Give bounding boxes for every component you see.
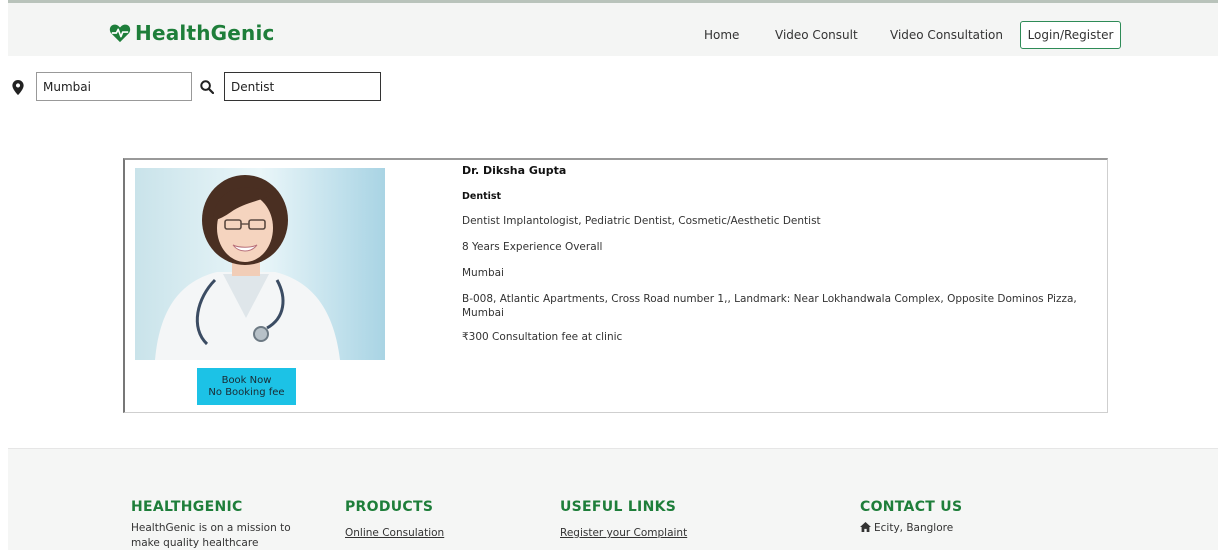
location-input[interactable] xyxy=(36,72,192,101)
footer-useful-links: USEFUL LINKS Register your Complaint xyxy=(560,499,687,540)
footer-contact: CONTACT US Ecity, Banglore xyxy=(860,499,962,536)
doctor-name: Dr. Diksha Gupta xyxy=(462,164,567,177)
doctor-portrait-illustration xyxy=(135,168,385,360)
footer-products-title: PRODUCTS xyxy=(345,499,434,515)
consultation-fee: ₹300 Consultation fee at clinic xyxy=(462,331,623,343)
site-footer: HEALTHGENIC HealthGenic is on a mission … xyxy=(8,448,1218,550)
main-nav: Home Video Consult Video Consultation Lo… xyxy=(8,21,1218,49)
footer-products: PRODUCTS Online Consulation xyxy=(345,499,444,540)
doctor-experience: 8 Years Experience Overall xyxy=(462,241,603,253)
search-icon[interactable] xyxy=(200,80,214,94)
doctor-specialty: Dentist xyxy=(462,191,502,202)
doctor-photo xyxy=(135,168,385,360)
footer-contact-title: CONTACT US xyxy=(860,499,963,515)
search-bar xyxy=(0,72,400,102)
footer-useful-links-title: USEFUL LINKS xyxy=(560,499,677,515)
doctor-specializations: Dentist Implantologist, Pediatric Dentis… xyxy=(462,215,821,227)
doctor-info: Dr. Diksha Gupta Dentist Dentist Implant… xyxy=(462,164,1102,356)
footer-link-register-complaint[interactable]: Register your Complaint xyxy=(560,527,687,539)
map-pin-icon xyxy=(12,80,24,95)
nav-home[interactable]: Home xyxy=(704,28,739,42)
footer-contact-text: Ecity, Banglore xyxy=(874,522,954,534)
footer-contact-address: Ecity, Banglore xyxy=(860,521,962,536)
footer-about-text: HealthGenic is on a mission to make qual… xyxy=(131,522,291,549)
footer-link-online-consultation[interactable]: Online Consulation xyxy=(345,527,444,539)
book-now-button[interactable]: Book Now No Booking fee xyxy=(197,368,296,405)
footer-about-title: HEALTHGENIC xyxy=(131,499,243,515)
home-icon xyxy=(860,522,871,532)
login-register-button[interactable]: Login/Register xyxy=(1020,21,1121,49)
nav-video-consultation[interactable]: Video Consultation xyxy=(890,28,1003,42)
doctor-city: Mumbai xyxy=(462,267,504,279)
book-now-label: Book Now xyxy=(221,374,272,386)
footer-about: HEALTHGENIC HealthGenic is on a mission … xyxy=(131,499,311,550)
nav-video-consult[interactable]: Video Consult xyxy=(775,28,858,42)
no-booking-fee-label: No Booking fee xyxy=(208,386,285,398)
doctor-card: Book Now No Booking fee Dr. Diksha Gupta… xyxy=(123,158,1108,413)
specialty-search-input[interactable] xyxy=(224,72,381,101)
doctor-address: B-008, Atlantic Apartments, Cross Road n… xyxy=(462,293,1077,319)
top-navbar: HealthGenic Home Video Consult Video Con… xyxy=(8,0,1218,56)
